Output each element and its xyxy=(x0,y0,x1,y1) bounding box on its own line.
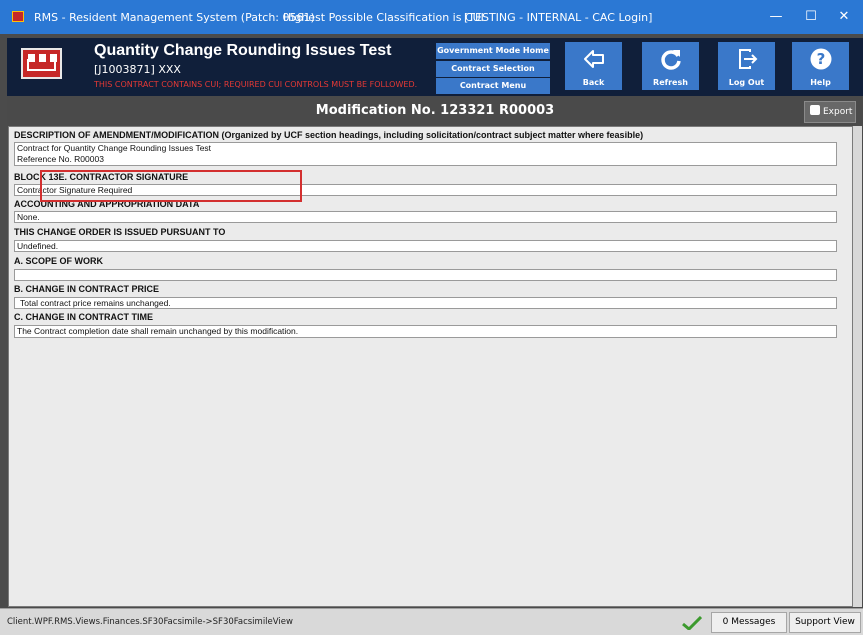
description-line-2: Reference No. R00003 xyxy=(17,154,104,164)
modification-bar: Modification No. 123321 R00003 xyxy=(7,96,863,126)
logout-button[interactable]: Log Out xyxy=(718,42,775,90)
close-button[interactable]: ✕ xyxy=(832,6,856,28)
back-arrow-icon xyxy=(584,50,604,68)
description-line-1: Contract for Quantity Change Rounding Is… xyxy=(17,143,212,153)
pursuant-box xyxy=(14,240,837,252)
window-titlebar: RMS - Resident Management System (Patch:… xyxy=(0,0,863,34)
time-value: The Contract completion date shall remai… xyxy=(17,326,299,336)
pursuant-heading: THIS CHANGE ORDER IS ISSUED PURSUANT TO xyxy=(14,227,226,237)
export-button[interactable]: Export xyxy=(804,101,856,123)
app-icon xyxy=(12,11,24,22)
highlight-annotation xyxy=(40,170,302,202)
view-path: Client.WPF.RMS.Views.Finances.SF30Facsim… xyxy=(7,617,293,627)
price-heading: B. CHANGE IN CONTRACT PRICE xyxy=(14,284,160,294)
scope-box xyxy=(14,269,837,281)
contract-selection-button[interactable]: Contract Selection xyxy=(436,61,550,77)
modification-title: Modification No. 123321 R00003 xyxy=(315,103,555,118)
help-label: Help xyxy=(810,78,831,87)
refresh-icon xyxy=(661,50,681,70)
export-icon xyxy=(810,105,820,115)
back-label: Back xyxy=(582,78,605,87)
logout-icon xyxy=(739,49,758,69)
description-heading: DESCRIPTION OF AMENDMENT/MODIFICATION (O… xyxy=(14,130,644,140)
messages-button[interactable]: 0 Messages xyxy=(711,612,787,633)
price-value: Total contract price remains unchanged. xyxy=(20,298,171,308)
help-icon: ? xyxy=(810,48,832,70)
svg-text:?: ? xyxy=(817,50,826,68)
government-mode-home-button[interactable]: Government Mode Home xyxy=(436,43,550,59)
help-button[interactable]: ? Help xyxy=(792,42,849,90)
classification-label: Highest Possible Classification is CUI xyxy=(283,11,484,24)
scope-heading: A. SCOPE OF WORK xyxy=(14,256,104,266)
checkmark-icon xyxy=(682,616,702,630)
contract-id: [J1003871] XXX xyxy=(94,63,181,76)
pursuant-value: Undefined. xyxy=(17,241,59,251)
vertical-scrollbar[interactable] xyxy=(853,126,862,607)
minimize-button[interactable]: — xyxy=(764,6,788,28)
login-label: [TESTING - INTERNAL - CAC Login] xyxy=(464,11,653,24)
refresh-label: Refresh xyxy=(653,78,688,87)
contract-title: Quantity Change Rounding Issues Test xyxy=(94,42,392,59)
status-bar: Client.WPF.RMS.Views.Finances.SF30Facsim… xyxy=(0,608,863,635)
support-view-button[interactable]: Support View xyxy=(789,612,861,633)
export-label: Export xyxy=(823,107,853,117)
accounting-box xyxy=(14,211,837,223)
contract-menu-button[interactable]: Contract Menu xyxy=(436,78,550,94)
time-heading: C. CHANGE IN CONTRACT TIME xyxy=(14,312,153,322)
accounting-value: None. xyxy=(17,212,40,222)
logout-label: Log Out xyxy=(728,78,765,87)
window-title: RMS - Resident Management System (Patch:… xyxy=(34,11,315,24)
cui-notice: THIS CONTRACT CONTAINS CUI; REQUIRED CUI… xyxy=(94,80,418,89)
back-button[interactable]: Back xyxy=(565,42,622,90)
maximize-button[interactable]: ☐ xyxy=(799,6,823,28)
refresh-button[interactable]: Refresh xyxy=(642,42,699,90)
corps-castle-logo xyxy=(21,48,62,79)
